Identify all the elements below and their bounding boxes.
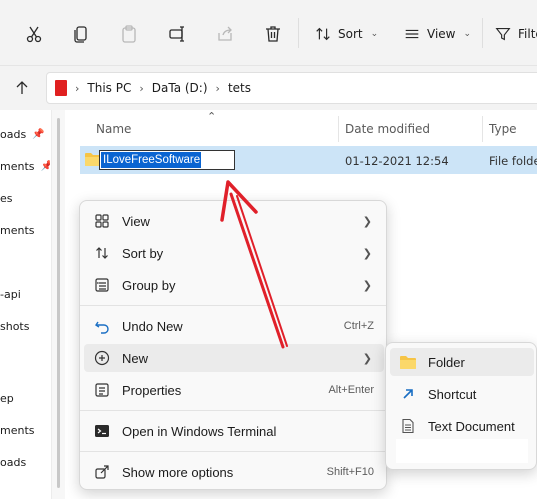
nav-item-label: ments [0,423,35,437]
nav-item[interactable]: ments 📌 [0,156,50,176]
cut-icon[interactable] [22,22,46,46]
column-header-date-modified[interactable]: Date modified [345,118,430,140]
sort-ascending-icon: ⌃ [207,110,217,123]
new-submenu: Folder Shortcut Text Document [385,342,537,470]
command-bar: Sort ⌄ View ⌄ Filte [0,0,537,66]
nav-item-label: -api [0,287,21,301]
chevron-right-icon: › [215,81,220,95]
undo-icon [94,318,110,334]
menu-item-sort-by[interactable]: Sort by ❯ [84,239,384,267]
nav-item-label: ments [0,223,35,237]
plus-circle-icon [94,350,110,366]
chevron-right-icon: ❯ [362,246,372,260]
menu-separator [80,305,386,306]
submenu-item-shortcut[interactable]: Shortcut [390,380,534,408]
shortcut-icon [400,386,416,402]
nav-item[interactable]: -api [0,284,21,304]
filter-button[interactable]: Filte [494,22,537,46]
chevron-right-icon: ❯ [362,278,372,292]
nav-item[interactable]: ments [0,220,35,240]
rename-input[interactable]: ILoveFreeSoftware [99,150,235,170]
chevron-right-icon: ❯ [362,214,372,228]
nav-item-label: es [0,191,13,205]
submenu-item-folder[interactable]: Folder [390,348,534,376]
copy-icon[interactable] [69,22,93,46]
chevron-down-icon: ⌄ [370,29,379,39]
breadcrumb-item[interactable]: This PC [87,81,131,95]
folder-icon [400,354,416,370]
nav-item-label: oads [0,455,27,469]
menu-item-show-more-options[interactable]: Show more options Shift+F10 [84,458,384,486]
chevron-right-icon: › [139,81,144,95]
type-cell: File folde [489,154,537,168]
group-icon [94,277,110,293]
scrollbar-thumb[interactable] [57,118,60,488]
filter-label: Filte [518,27,537,41]
menu-item-open-terminal[interactable]: Open in Windows Terminal [84,417,384,445]
menu-item-properties[interactable]: Properties Alt+Enter [84,376,384,404]
menu-separator [80,410,386,411]
nav-item[interactable]: oads 📌 [0,124,45,144]
view-list-icon [405,29,419,39]
properties-icon [94,382,110,398]
nav-item[interactable]: shots [0,316,29,336]
up-arrow-icon[interactable] [12,78,32,98]
nav-item[interactable]: ep [0,388,14,408]
context-menu: View ❯ Sort by ❯ Group by ❯ Undo New Ctr… [79,200,387,490]
column-divider[interactable] [338,116,339,142]
address-row: › This PC › DaTa (D:) › tets [0,66,537,110]
share-icon[interactable] [213,22,237,46]
rename-icon[interactable] [165,22,189,46]
nav-item-label: shots [0,319,30,333]
nav-item-label: ep [0,391,14,405]
sort-icon [94,245,110,261]
nav-item-label: oads [0,127,27,141]
view-grid-icon [94,213,110,229]
breadcrumb-item[interactable]: DaTa (D:) [152,81,208,95]
pin-icon: 📌 [32,128,45,140]
address-bar[interactable]: › This PC › DaTa (D:) › tets [46,72,537,104]
breadcrumb-item[interactable]: tets [228,81,251,95]
view-label: View [427,27,456,41]
chevron-right-icon: › [75,81,80,95]
menu-separator [80,451,386,452]
nav-item[interactable]: es [0,188,13,208]
date-modified-cell: 01-12-2021 12:54 [345,154,449,168]
toolbar-divider [298,18,299,48]
menu-item-view[interactable]: View ❯ [84,207,384,235]
share-options-icon [94,464,110,480]
navigation-pane: oads 📌 ments 📌 es ments -api shots ep me… [0,110,50,499]
sort-button[interactable]: Sort ⌄ [314,22,378,46]
column-header-type[interactable]: Type [489,118,517,140]
nav-scrollbar[interactable] [51,110,65,499]
rename-text-selection: ILoveFreeSoftware [101,152,201,168]
text-document-icon [400,418,416,434]
nav-item[interactable]: ments [0,420,35,440]
sort-arrows-icon [316,27,330,41]
chevron-right-icon: ❯ [362,351,372,365]
filter-icon [495,28,511,41]
menu-item-group-by[interactable]: Group by ❯ [84,271,384,299]
menu-item-undo-new[interactable]: Undo New Ctrl+Z [84,312,384,340]
pin-icon: 📌 [40,160,51,172]
nav-item-label: ments [0,159,35,173]
menu-item-new[interactable]: New ❯ [84,344,384,372]
view-button[interactable]: View ⌄ [403,22,471,46]
column-header-name[interactable]: Name [96,118,131,140]
toolbar-divider [482,18,483,48]
column-divider[interactable] [482,116,483,142]
submenu-item-text-document[interactable]: Text Document [390,412,534,440]
nav-item[interactable]: oads [0,452,26,472]
drive-icon [55,80,67,96]
terminal-icon [94,423,110,439]
paste-icon[interactable] [117,22,141,46]
sort-label: Sort [338,27,363,41]
chevron-down-icon: ⌄ [463,29,472,39]
submenu-empty-slot [396,439,528,463]
delete-icon[interactable] [261,22,285,46]
